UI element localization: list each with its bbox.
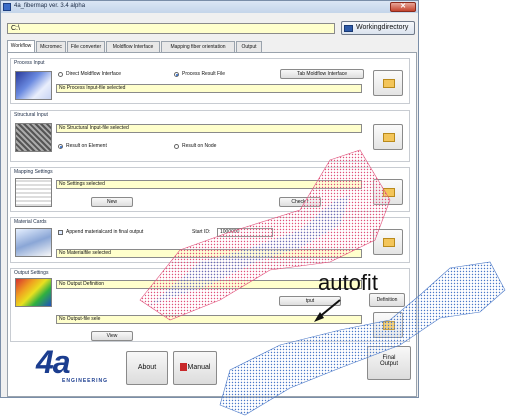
folder-icon: [383, 321, 395, 330]
structural-input-title: Structural Input: [14, 112, 48, 118]
mapping-settings-browse-button[interactable]: [373, 179, 403, 205]
tab-moldflow-interface-button[interactable]: Tab Moldflow Interface: [280, 69, 364, 79]
folder-icon: [383, 238, 395, 247]
new-settings-button[interactable]: New: [91, 197, 133, 207]
mapping-settings-group: Mapping Settings No Settings selected Ne…: [10, 167, 410, 212]
result-on-node-label: Result on Node: [182, 143, 217, 149]
output-button[interactable]: tput: [279, 296, 341, 306]
structural-input-status: No Structural Input-file selected: [56, 124, 362, 133]
folder-icon: [383, 188, 395, 197]
about-button[interactable]: About: [126, 351, 168, 385]
output-file-status: No Output-file sele: [56, 315, 362, 324]
material-cards-browse-button[interactable]: [373, 229, 403, 255]
append-materialcard-checkbox[interactable]: [58, 230, 63, 235]
output-definition-status: No Output Definition: [56, 280, 362, 289]
folder-icon: [344, 25, 353, 32]
process-input-group: Process Input Direct Moldflow Interface …: [10, 58, 410, 104]
logo-subtitle: ENGINEERING: [62, 378, 109, 384]
path-input[interactable]: C:\: [7, 23, 335, 34]
tab-output[interactable]: Output: [236, 41, 262, 52]
material-cards-status: No Materialfile selected: [56, 249, 362, 258]
app-icon: [3, 3, 11, 11]
mapping-settings-thumbnail: [15, 178, 52, 207]
output-file-browse-button[interactable]: [373, 312, 403, 338]
manual-button[interactable]: Manual: [173, 351, 217, 385]
window-title: 4a_fibermap ver. 3.4 alpha: [14, 3, 86, 9]
direct-moldflow-radio[interactable]: [58, 72, 63, 77]
working-directory-label: Workingdirectory: [356, 24, 409, 31]
tab-workflow[interactable]: Workflow: [7, 40, 35, 52]
direct-moldflow-label: Direct Moldflow Interface: [66, 71, 122, 77]
process-input-thumbnail: [15, 71, 52, 100]
close-icon: ✕: [400, 3, 406, 10]
material-cards-thumbnail: [15, 228, 52, 257]
title-bar[interactable]: 4a_fibermap ver. 3.4 alpha ✕: [1, 1, 418, 13]
tab-file-converter[interactable]: File converter: [67, 41, 105, 52]
final-output-line2: Output: [379, 361, 398, 367]
output-settings-title: Output Settings: [14, 270, 49, 276]
process-input-status: No Process Input-file selected: [56, 84, 362, 93]
structural-input-group: Structural Input No Structural Input-fil…: [10, 110, 410, 162]
logo-mark: 4a: [36, 344, 71, 380]
close-button[interactable]: ✕: [390, 2, 416, 12]
start-id-label: Start ID:: [192, 229, 211, 235]
structural-input-browse-button[interactable]: [373, 124, 403, 150]
manual-label: Manual: [187, 364, 211, 371]
start-id-input[interactable]: 1000000: [217, 228, 273, 237]
structural-input-thumbnail: [15, 123, 52, 152]
tab-micromec[interactable]: Micromec: [36, 41, 66, 52]
process-input-title: Process Input: [14, 60, 45, 66]
output-settings-thumbnail: [15, 278, 52, 307]
process-input-browse-button[interactable]: [373, 70, 403, 96]
pdf-icon: [179, 363, 187, 372]
process-result-label: Process Result File: [182, 71, 226, 77]
process-result-radio[interactable]: [174, 72, 179, 77]
result-on-node-radio[interactable]: [174, 144, 179, 149]
folder-icon: [383, 79, 395, 88]
tab-mapping-fiber-orientation[interactable]: Mapping fiber orientation: [161, 41, 235, 52]
tab-moldflow-interface[interactable]: Moldflow Interface: [106, 41, 160, 52]
append-materialcard-label: Append materialcard in final output: [66, 229, 144, 235]
autofit-annotation: autofit: [318, 270, 378, 295]
mapping-settings-title: Mapping Settings: [14, 169, 53, 175]
result-on-element-label: Result on Element: [66, 143, 107, 149]
company-logo: 4a ENGINEERING: [34, 344, 116, 386]
working-directory-button[interactable]: Workingdirectory: [341, 21, 415, 35]
check-settings-button[interactable]: Check r: [279, 197, 321, 207]
material-cards-group: Material Cards Append materialcard in fi…: [10, 217, 410, 263]
material-cards-title: Material Cards: [14, 219, 47, 225]
final-output-button[interactable]: Final Output: [367, 346, 411, 380]
result-on-element-radio[interactable]: [58, 144, 63, 149]
main-window: 4a_fibermap ver. 3.4 alpha ✕ C:\ Working…: [0, 0, 419, 398]
mapping-settings-status: No Settings selected: [56, 180, 362, 189]
view-button[interactable]: View: [91, 331, 133, 341]
folder-icon: [383, 133, 395, 142]
